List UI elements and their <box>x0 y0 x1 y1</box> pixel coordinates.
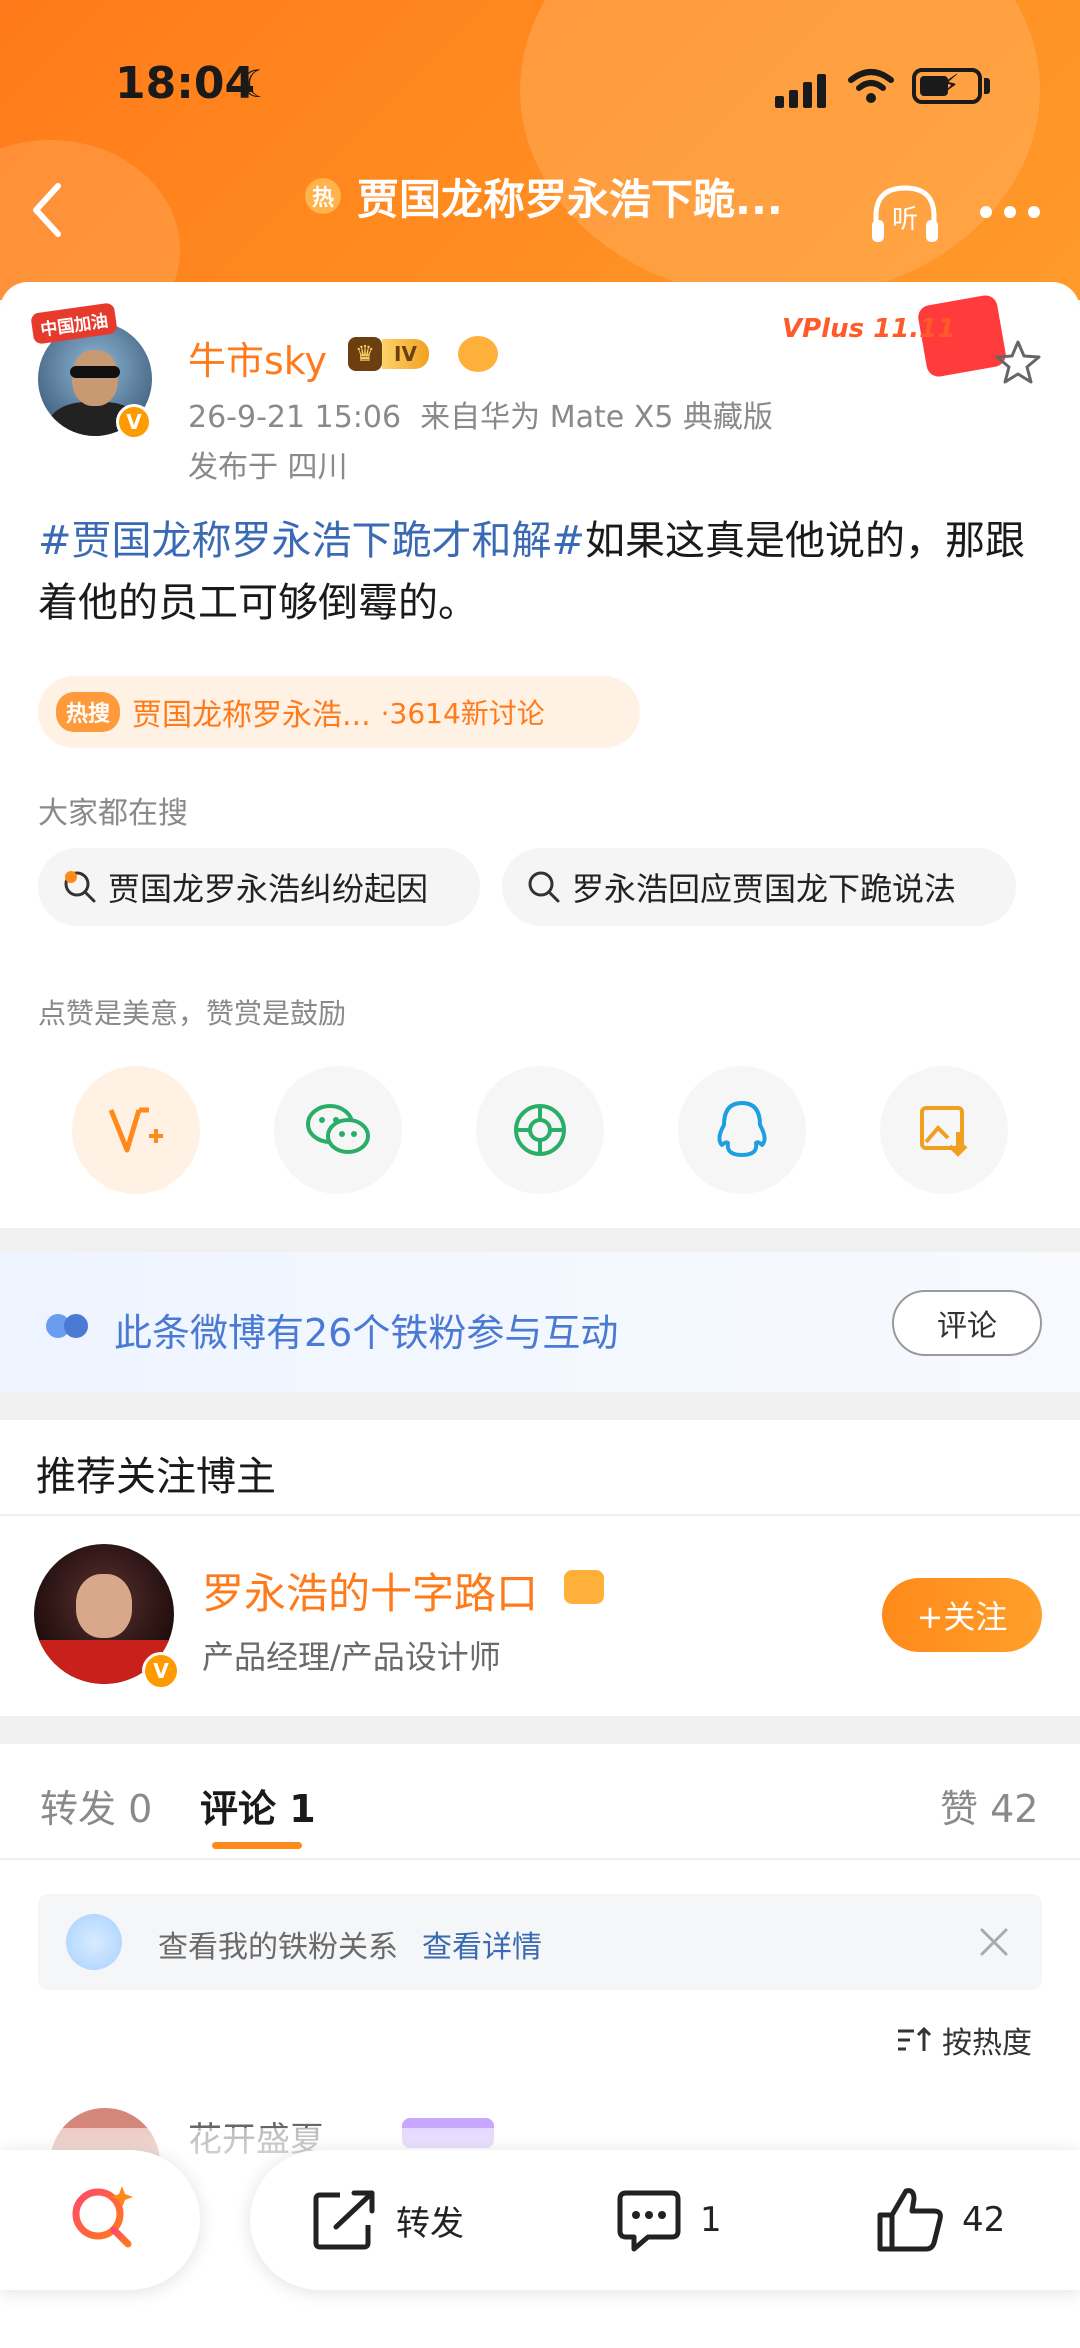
like-count: 42 <box>962 2200 1006 2240</box>
listen-headphone-icon[interactable]: 听 <box>868 182 942 246</box>
hot-search-icon <box>64 871 96 903</box>
wechat-icon <box>306 1104 370 1154</box>
section-divider <box>0 1392 1080 1420</box>
hot-search-title: 贾国龙称罗永浩... <box>132 698 371 733</box>
tab-likes[interactable]: 赞 42 <box>940 1778 1038 1833</box>
vplus-promo-banner[interactable]: VPlus 11.11 <box>782 293 1008 379</box>
comment-button[interactable]: 评论 <box>892 1290 1042 1356</box>
more-options-icon[interactable] <box>980 206 1040 222</box>
post-meta: 26-9-21 15:06 来自华为 Mate X5 典藏版 <box>188 392 773 436</box>
status-time: 18:04 <box>115 58 256 109</box>
like-button[interactable]: 42 <box>874 2178 1005 2262</box>
sort-label: 按热度 <box>942 2026 1032 2061</box>
post-source: 来自华为 Mate X5 典藏版 <box>420 400 773 435</box>
hot-badge-icon: 热 <box>305 178 341 214</box>
fans-wave-icon <box>46 1314 88 1338</box>
vplus-label: VPlus 11.11 <box>782 314 956 344</box>
moments-icon <box>514 1104 566 1156</box>
page-title-wrap: 热 贾国龙称罗永浩下跪... <box>305 168 783 224</box>
page-title: 贾国龙称罗永浩下跪... <box>357 174 783 224</box>
crown-icon: ♛ <box>348 337 382 371</box>
section-divider <box>0 1228 1080 1252</box>
favorite-star-icon[interactable] <box>994 338 1042 386</box>
suggestion-label: 罗永浩回应贾国龙下跪说法 <box>572 870 957 908</box>
save-image-icon <box>920 1106 968 1157</box>
repost-label: 转发 <box>396 2203 464 2244</box>
battery-tip <box>984 78 990 94</box>
tab-comments[interactable]: 评论 1 <box>200 1778 316 1833</box>
smart-search-icon <box>72 2186 133 2248</box>
post-body: #贾国龙称罗永浩下跪才和解#如果这真是他说的，那跟着他的员工可够倒霉的。 <box>38 510 1048 634</box>
comment-action-button[interactable]: 1 <box>614 2178 722 2262</box>
section-divider <box>0 1716 1080 1744</box>
verified-badge-icon: V <box>116 404 152 440</box>
thumbs-up-icon <box>877 2188 943 2252</box>
reward-tip: 点赞是美意，赞赏是鼓励 <box>38 997 347 1030</box>
cellular-signal-icon <box>775 72 827 108</box>
active-tab-indicator <box>212 1842 302 1849</box>
sort-icon <box>898 2026 932 2051</box>
share-wechat-button[interactable] <box>274 1066 402 1194</box>
level-label: IV <box>382 339 429 369</box>
divider-line <box>0 1858 1080 1860</box>
vplus-reward-icon <box>108 1107 163 1153</box>
hot-search-tag: 热搜 <box>56 692 121 732</box>
comment-bubble-icon <box>617 2190 681 2252</box>
repost-button[interactable]: 转发 <box>310 2178 464 2262</box>
battery-icon: ⚡ <box>912 68 982 104</box>
vplus-reward-button[interactable] <box>72 1066 200 1194</box>
follow-button[interactable]: +关注 <box>882 1578 1042 1652</box>
fan-relation-text: 查看我的铁粉关系 <box>158 1930 398 1965</box>
share-qq-button[interactable] <box>678 1066 806 1194</box>
save-image-button[interactable] <box>880 1066 1008 1194</box>
suggestion-label: 贾国龙罗永浩纠纷起因 <box>108 870 429 908</box>
crown-icon <box>564 1570 604 1604</box>
author-name[interactable]: 牛市sky <box>188 330 327 385</box>
recommended-name[interactable]: 罗永浩的十字路口 <box>202 1560 538 1621</box>
hot-search-count: ·3614新讨论 <box>380 697 545 730</box>
qq-icon <box>717 1101 767 1157</box>
member-level-badge[interactable]: ♛ IV <box>348 334 429 374</box>
wifi-icon <box>848 69 894 103</box>
recommend-title: 推荐关注博主 <box>36 1454 276 1500</box>
verified-badge-icon: V <box>142 1652 180 1690</box>
share-moments-button[interactable] <box>476 1066 604 1194</box>
search-suggestion[interactable]: 贾国龙罗永浩纠纷起因 <box>38 848 480 926</box>
recommended-desc: 产品经理/产品设计师 <box>202 1638 501 1676</box>
tab-repost[interactable]: 转发 0 <box>40 1778 152 1833</box>
divider-line <box>0 1514 1080 1516</box>
do-not-disturb-icon: ☾ <box>240 62 275 106</box>
fan-badge-icon[interactable] <box>458 336 498 372</box>
svg-text:听: 听 <box>892 205 918 235</box>
repost-icon <box>313 2190 375 2250</box>
view-details-link[interactable]: 查看详情 <box>422 1922 542 1966</box>
hot-search-chip[interactable]: 热搜 贾国龙称罗永浩... ·3614新讨论 <box>38 676 640 748</box>
comment-count: 1 <box>700 2200 722 2240</box>
everyone-search-label: 大家都在搜 <box>38 796 188 831</box>
header-bar <box>0 0 1080 300</box>
back-arrow-icon[interactable] <box>28 180 68 240</box>
iron-fans-text: 此条微博有26个铁粉参与互动 <box>114 1311 619 1355</box>
post-timestamp: 26-9-21 15:06 <box>188 400 402 435</box>
post-location: 发布于 四川 <box>188 450 348 485</box>
search-icon <box>528 871 560 903</box>
search-suggestion[interactable]: 罗永浩回应贾国龙下跪说法 <box>502 848 1016 926</box>
sort-by-hot[interactable]: 按热度 <box>896 2018 1032 2062</box>
fan-diamond-icon <box>66 1914 122 1970</box>
topic-link[interactable]: #贾国龙称罗永浩下跪才和解# <box>38 518 585 564</box>
close-icon[interactable] <box>976 1924 1012 1960</box>
